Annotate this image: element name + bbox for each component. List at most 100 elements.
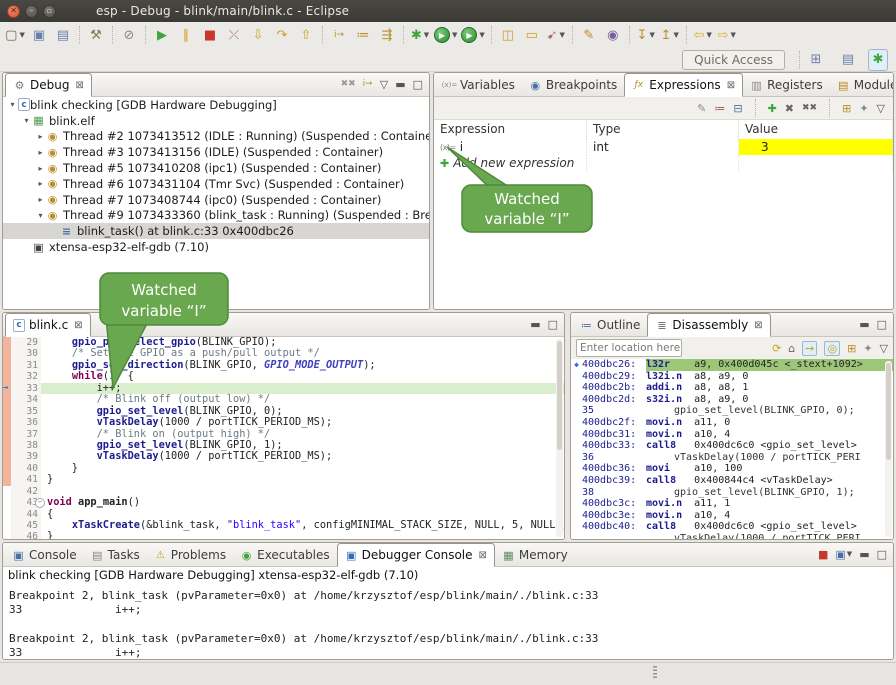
close-tab-icon[interactable]: ⊠ <box>727 80 735 91</box>
line-number[interactable]: 31 <box>11 360 41 371</box>
dropdown-arrow-icon[interactable]: ▼ <box>424 31 429 39</box>
last-edit-location-button[interactable]: ↧▼ <box>634 24 658 46</box>
line-number[interactable]: 39 <box>11 451 41 462</box>
remove-expression-button[interactable]: ✖ <box>785 103 794 114</box>
value-cell[interactable]: 3 <box>739 139 893 155</box>
tree-expander-icon[interactable]: ▾ <box>35 211 46 220</box>
tab-outline[interactable]: ≔Outline <box>573 314 647 336</box>
close-tab-icon[interactable]: ⊠ <box>479 550 487 561</box>
disconnect-button[interactable]: ⤫ <box>222 24 246 46</box>
skip-all-breakpoints-button[interactable]: ⊘ <box>117 24 141 46</box>
maximize-button[interactable]: □ <box>877 319 887 330</box>
tree-expander-icon[interactable]: ▾ <box>7 100 18 109</box>
display-selected-console-button[interactable]: ▣▼ <box>835 549 852 560</box>
dropdown-arrow-icon[interactable]: ▼ <box>560 31 565 39</box>
dropdown-arrow-icon[interactable]: ▼ <box>847 549 852 560</box>
column-header-value[interactable]: Value <box>739 120 893 139</box>
dropdown-arrow-icon[interactable]: ▼ <box>674 31 679 39</box>
line-number[interactable]: 44 <box>11 509 41 520</box>
terminate-button[interactable]: ■ <box>818 549 828 560</box>
tab-problems[interactable]: ⚠Problems <box>147 544 233 566</box>
disassembly-line[interactable]: 400dbc39:call8 0x400844c4 <vTaskDelay> <box>571 475 893 487</box>
tree-expander-icon[interactable]: ▸ <box>35 148 46 157</box>
debug-tree-item[interactable]: ▾◉Thread #9 1073433360 (blink_task : Run… <box>3 208 429 224</box>
view-menu-button[interactable]: ▽ <box>380 79 388 90</box>
open-element-button[interactable]: ◫ <box>496 24 520 46</box>
open-perspective-button[interactable]: ⊞ <box>804 49 828 71</box>
cpp-perspective-button[interactable]: ▤ <box>836 49 860 71</box>
debug-tree-item[interactable]: ≡blink_task() at blink.c:33 0x400dbc26 <box>3 223 429 239</box>
tab-console[interactable]: ▣Console <box>5 544 84 566</box>
disassembly-line[interactable]: 400dbc2f:movi.n a11, 0 <box>571 417 893 429</box>
editor-vertical-scrollbar[interactable] <box>556 339 563 537</box>
tab-executables[interactable]: ◉Executables <box>233 544 337 566</box>
pin-view-button[interactable]: ✦ <box>859 103 868 114</box>
save-all-button[interactable]: ▤ <box>51 24 75 46</box>
home-button[interactable]: ⌂ <box>788 343 795 354</box>
build-button[interactable]: ⚒ <box>84 24 108 46</box>
debug-tree-item[interactable]: ▾cblink checking [GDB Hardware Debugging… <box>3 97 429 113</box>
disassembly-line[interactable]: 400dbc36:movi a10, 100 <box>571 463 893 475</box>
minimize-button[interactable]: ▬ <box>395 79 405 90</box>
show-type-names-button[interactable]: ✎ <box>697 103 706 114</box>
line-number[interactable]: 38 <box>11 440 41 451</box>
dropdown-arrow-icon[interactable]: ▼ <box>650 31 655 39</box>
location-input[interactable]: Enter location here ▼ <box>576 339 682 357</box>
line-number[interactable]: 41 <box>11 474 41 485</box>
tab-expressions[interactable]: ƒxExpressions⊠ <box>624 73 743 97</box>
instruction-stepping-mode-button[interactable]: i➙ <box>363 79 373 90</box>
launch-button[interactable]: ➹▼ <box>544 24 568 46</box>
go-into-button[interactable]: ↥▼ <box>658 24 682 46</box>
tree-expander-icon[interactable]: ▸ <box>35 195 46 204</box>
disassembly-source-line[interactable]: 36vTaskDelay(1000 / portTICK_PERI <box>571 452 893 464</box>
line-number[interactable]: 29 <box>11 337 41 348</box>
save-button[interactable]: ▣ <box>27 24 51 46</box>
close-tab-icon[interactable]: ⊠ <box>75 80 83 91</box>
disassembly-line[interactable]: 400dbc3c:movi.n a11, 1 <box>571 498 893 510</box>
disassembly-line[interactable]: ◆400dbc26:l32r a9, 0x400d045c <_stext+10… <box>571 359 893 371</box>
window-maximize-button[interactable]: ▫ <box>43 5 56 18</box>
collapse-all-button[interactable]: ⊟ <box>733 103 742 114</box>
tab-disassembly[interactable]: ≣Disassembly⊠ <box>647 313 770 337</box>
dropdown-arrow-icon[interactable]: ▼ <box>479 31 484 39</box>
maximize-button[interactable]: □ <box>548 319 558 330</box>
disassembly-line[interactable]: 400dbc3e:movi.n a10, 4 <box>571 510 893 522</box>
new-view-button[interactable]: ⊞ <box>842 103 851 114</box>
add-expression-button[interactable]: ✚ <box>768 103 777 114</box>
remove-all-expressions-button[interactable]: ✖✖ <box>802 103 817 114</box>
code-line-43[interactable]: 43−void app_main() <box>3 497 564 508</box>
disassembly-source-line[interactable]: 35gpio_set_level(BLINK_GPIO, 0); <box>571 405 893 417</box>
sync-with-pc-button[interactable]: ➙ <box>802 341 817 356</box>
debug-tree-item[interactable]: ▾▦blink.elf <box>3 113 429 129</box>
tab-memory[interactable]: ▦Memory <box>495 544 575 566</box>
new-view-button[interactable]: ⊞ <box>847 343 856 354</box>
tab-breakpoints[interactable]: ◉Breakpoints <box>522 74 624 96</box>
debug-tree-item[interactable]: ▸◉Thread #3 1073413156 (IDLE) (Suspended… <box>3 144 429 160</box>
line-number[interactable]: 45 <box>11 520 41 531</box>
line-number[interactable]: 34 <box>11 394 41 405</box>
use-step-filters-button[interactable]: ≔ <box>351 24 375 46</box>
quick-access-button[interactable]: Quick Access <box>682 50 785 70</box>
disassembly-listing[interactable]: ◆400dbc26:l32r a9, 0x400d045c <_stext+10… <box>571 359 893 539</box>
line-number[interactable]: 36 <box>11 417 41 428</box>
close-tab-icon[interactable]: ⊠ <box>754 320 762 331</box>
console-output[interactable]: Breakpoint 2, blink_task (pvParameter=0x… <box>3 585 893 659</box>
line-number[interactable]: 30 <box>11 348 41 359</box>
dropdown-arrow-icon[interactable]: ▼ <box>731 31 736 39</box>
code-line-39[interactable]: 39 vTaskDelay(1000 / portTICK_PERIOD_MS)… <box>3 451 564 462</box>
disassembly-vertical-scrollbar[interactable] <box>885 361 892 537</box>
debug-tree-item[interactable]: ▸◉Thread #5 1073410208 (ipc1) (Suspended… <box>3 160 429 176</box>
window-close-button[interactable]: ✕ <box>7 5 20 18</box>
disassembly-source-line[interactable]: vTaskDelay(1000 / portTICK_PERI <box>571 533 893 539</box>
line-number[interactable]: 35 <box>11 406 41 417</box>
disassembly-line[interactable]: 400dbc40:call8 0x400dc6c0 <gpio_set_leve… <box>571 521 893 533</box>
tab-debugger-console[interactable]: ▣Debugger Console⊠ <box>337 543 495 567</box>
tree-expander-icon[interactable]: ▾ <box>21 116 32 125</box>
debug-perspective-button[interactable]: ✱ <box>868 49 888 71</box>
instruction-pointer-icon[interactable]: → <box>3 383 8 394</box>
resume-button[interactable]: ▶ <box>150 24 174 46</box>
line-number[interactable]: 32 <box>11 371 41 382</box>
step-over-button[interactable]: ↷ <box>270 24 294 46</box>
view-menu-button[interactable]: ▽ <box>877 103 885 114</box>
instruction-stepping-button[interactable]: i→ <box>327 24 351 46</box>
